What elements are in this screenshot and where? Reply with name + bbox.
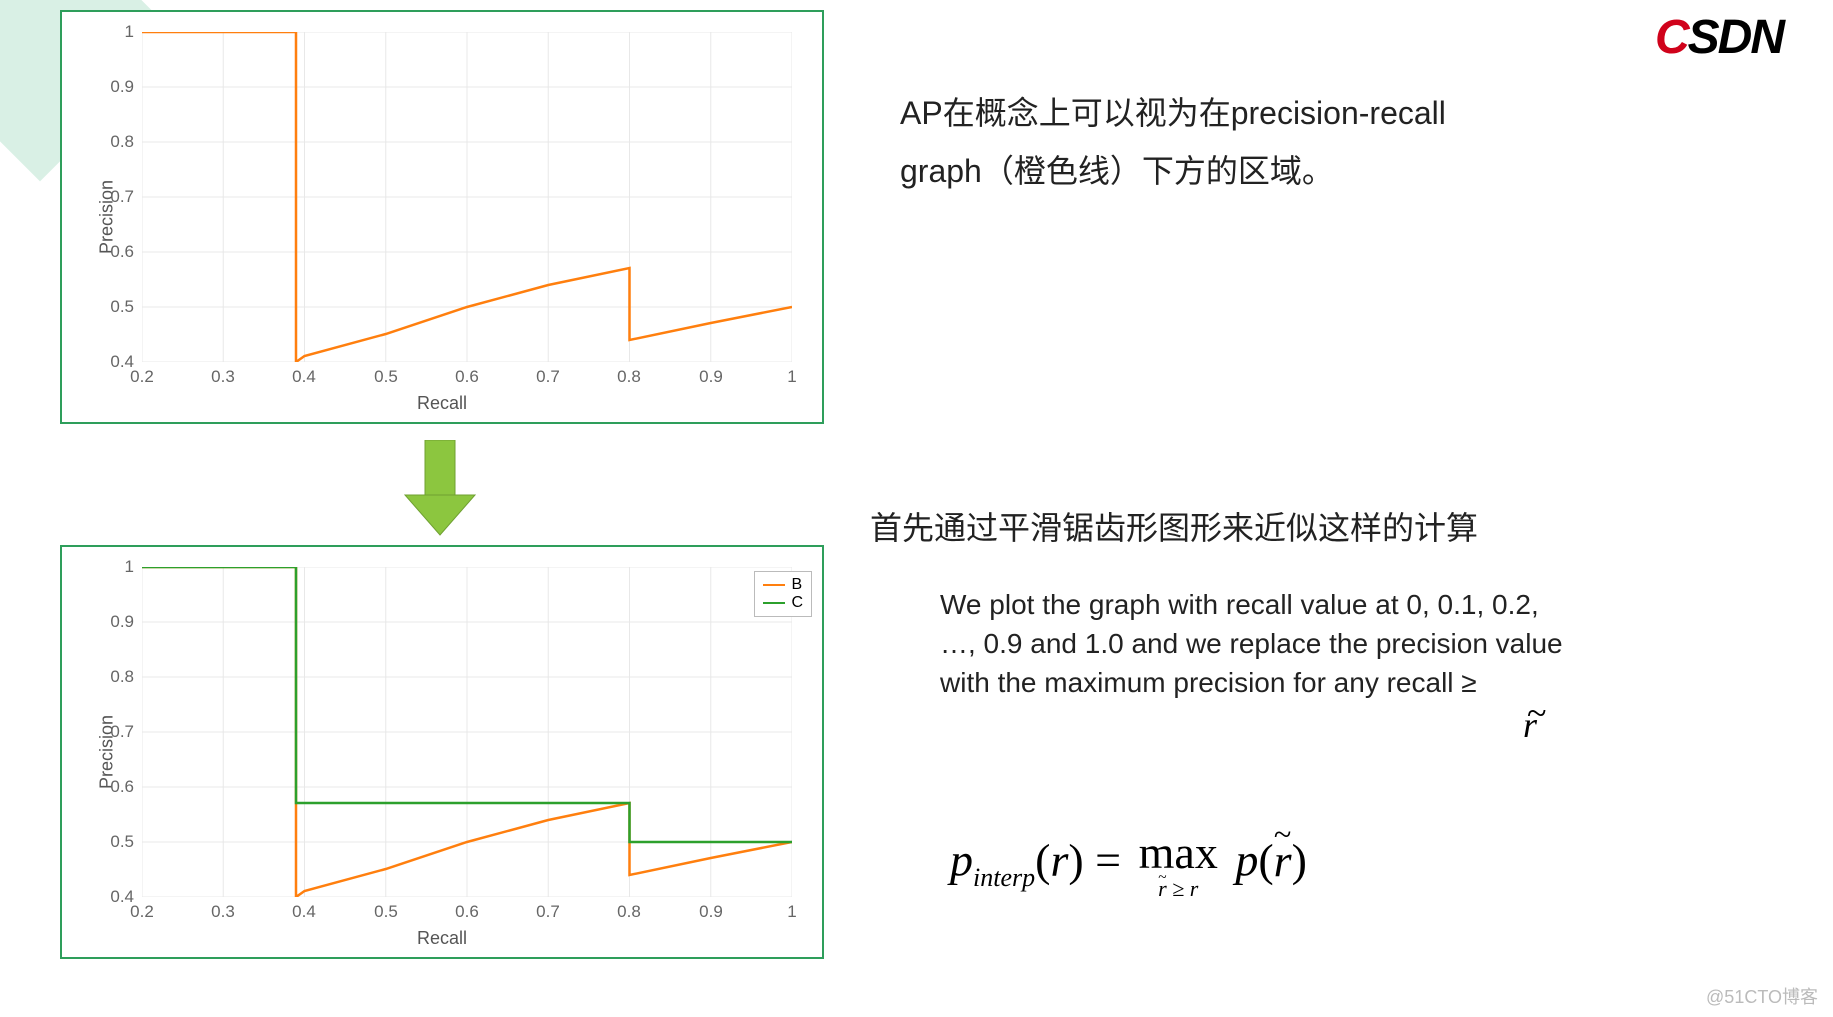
chart2-xtick: 0.2 [130,902,154,922]
precision-recall-chart-1: Precision Recall 1 0.9 0.8 0.7 0.6 0.5 0… [60,10,824,424]
chart1-ytick: 0.9 [102,77,134,97]
watermark: @51CTO博客 [1706,983,1818,1009]
chart2-xtick: 1 [787,902,796,922]
chart1-xtick: 0.2 [130,367,154,387]
formula-p1: p [950,835,973,886]
chart1-xlabel: Recall [417,393,467,414]
chart2-xtick: 0.4 [292,902,316,922]
chart2-xtick: 0.5 [374,902,398,922]
english-explanation: We plot the graph with recall value at 0… [940,585,1580,703]
chart2-xtick: 0.8 [617,902,641,922]
chart2-xtick: 0.7 [536,902,560,922]
chart1-xtick: 0.6 [455,367,479,387]
para1-line1: AP在概念上可以视为在precision-recall [900,95,1446,131]
formula-max-top: max [1139,830,1218,876]
chart2-ytick: 0.8 [102,667,134,687]
chart2-ytick: 0.9 [102,612,134,632]
chart2-ytick: 0.7 [102,722,134,742]
chart1-xtick: 0.4 [292,367,316,387]
precision-recall-chart-2: Precision Recall B C 1 0.9 0.8 0.7 0.6 0… [60,545,824,959]
chart2-plot [142,567,792,897]
chart2-xtick: 0.6 [455,902,479,922]
chart1-xtick: 0.5 [374,367,398,387]
r-tilde-symbol: r [1523,704,1537,746]
chart1-xtick: 0.7 [536,367,560,387]
formula-max: max r ≥ r [1139,830,1218,900]
legend-swatch-c [763,602,785,605]
chart1-ytick: 1 [102,22,134,42]
chart2-xtick: 0.3 [211,902,235,922]
chart2-legend: B C [754,571,812,617]
chart1-xtick: 0.8 [617,367,641,387]
logo-c: C [1655,11,1688,64]
legend-label-c: C [791,594,803,612]
chart1-ytick: 0.7 [102,187,134,207]
chart1-xtick: 1 [787,367,796,387]
formula-eq: = [1095,835,1121,886]
chart1-plot [142,32,792,362]
arrow-down-icon [400,440,480,540]
chart1-ytick: 0.6 [102,242,134,262]
formula-max-bot: r ≥ r [1139,878,1218,900]
paragraph-2: 首先通过平滑锯齿形图形来近似这样的计算 [870,500,1570,558]
chart1-xtick: 0.9 [699,367,723,387]
chart1-ytick: 0.8 [102,132,134,152]
formula-sub: interp [973,863,1035,892]
formula-r1: r [1050,835,1068,886]
chart1-ytick: 0.5 [102,297,134,317]
chart2-ytick: 0.6 [102,777,134,797]
chart1-xtick: 0.3 [211,367,235,387]
chart2-ytick: 0.5 [102,832,134,852]
formula-p2: p [1235,835,1258,886]
chart2-xlabel: Recall [417,928,467,949]
legend-swatch-b [763,584,785,587]
formula-r2: r [1274,834,1292,887]
chart2-xtick: 0.9 [699,902,723,922]
chart2-ytick: 1 [102,557,134,577]
logo-rest: SDN [1688,11,1783,64]
legend-label-b: B [791,576,802,594]
csdn-logo: CSDN [1655,10,1783,65]
interpolation-formula: pinterp(r) = max r ≥ r p(r) [950,830,1307,900]
para1-line2: graph（橙色线）下方的区域。 [900,153,1334,189]
paragraph-1: AP在概念上可以视为在precision-recall graph（橙色线）下方… [900,85,1520,200]
